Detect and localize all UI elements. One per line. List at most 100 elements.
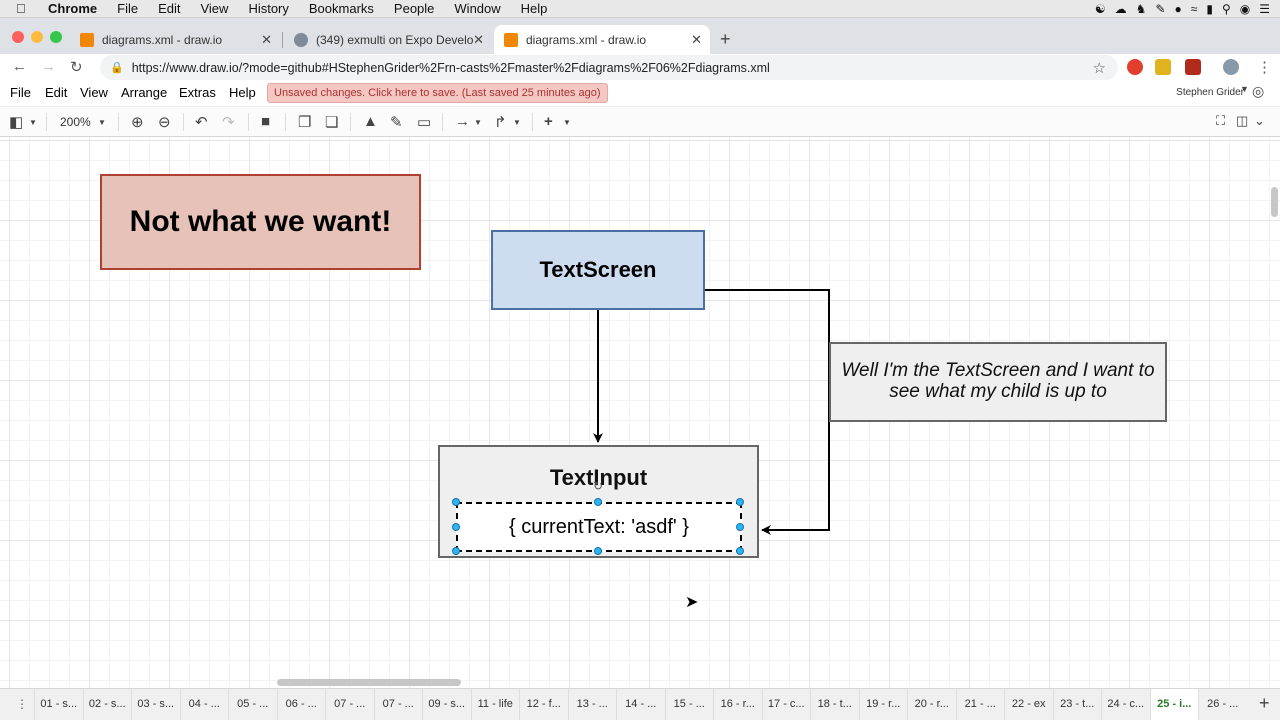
page-tab[interactable]: 07 - ... [373, 689, 423, 720]
zoom-level[interactable]: 200% [60, 115, 91, 129]
spotlight-search-icon[interactable]: ⚲ [1222, 2, 1231, 16]
mac-menu-history[interactable]: History [248, 1, 288, 16]
fill-color-icon[interactable]: ▲ [363, 113, 378, 130]
line-color-icon[interactable]: ✎ [390, 113, 403, 131]
page-tab[interactable]: 13 - ... [567, 689, 617, 720]
menu-extras[interactable]: Extras [179, 85, 216, 100]
mac-menu-file[interactable]: File [117, 1, 138, 16]
reload-icon[interactable]: ↻ [70, 58, 83, 76]
page-tab[interactable]: 02 - s... [82, 689, 132, 720]
forward-arrow-icon[interactable]: → [41, 58, 56, 75]
new-tab-button[interactable]: + [720, 29, 731, 50]
close-icon[interactable]: ✕ [261, 32, 272, 48]
mac-menu-bookmarks[interactable]: Bookmarks [309, 1, 374, 16]
page-tab[interactable]: 22 - ex [1004, 689, 1053, 720]
delete-icon[interactable]: ■ [261, 113, 270, 130]
page-tab[interactable]: 12 - f... [519, 689, 568, 720]
to-front-icon[interactable]: ❐ [298, 113, 311, 131]
page-tab[interactable]: 14 - ... [616, 689, 665, 720]
pen-icon[interactable]: ✎ [1155, 2, 1165, 16]
fullscreen-icon[interactable]: ⛶ [1216, 113, 1225, 129]
siri-icon[interactable]: ◉ [1240, 2, 1250, 16]
zoom-in-icon[interactable]: ⊕ [131, 113, 144, 131]
diagram-canvas[interactable]: Not what we want! TextScreen Well I'm th… [0, 137, 1280, 688]
bookmark-star-icon[interactable]: ☆ [1093, 59, 1106, 77]
page-tab[interactable]: 09 - s... [422, 689, 471, 720]
cloud-icon[interactable]: ☁ [1115, 2, 1127, 16]
zoom-out-icon[interactable]: ⊖ [158, 113, 171, 131]
chevron-down-icon[interactable]: ▼ [563, 118, 571, 127]
menu-arrange[interactable]: Arrange [121, 85, 167, 100]
rotate-handle-icon[interactable]: ↻ [593, 479, 603, 493]
chevron-down-icon[interactable]: ▼ [474, 118, 482, 127]
resize-handle[interactable] [452, 523, 460, 531]
format-panel-icon[interactable]: ◧ [9, 113, 23, 131]
menu-edit[interactable]: Edit [45, 85, 67, 100]
page-tab[interactable]: 05 - ... [228, 689, 277, 720]
note-box[interactable]: Well I'm the TextScreen and I want to se… [829, 342, 1167, 422]
mac-menu-view[interactable]: View [200, 1, 228, 16]
resize-handle[interactable] [452, 498, 460, 506]
wifi-icon[interactable]: ≈ [1191, 2, 1198, 16]
mac-menu-edit[interactable]: Edit [158, 1, 180, 16]
page-tab[interactable]: 25 - i... [1149, 689, 1198, 720]
page-tab[interactable]: 11 - life [470, 689, 520, 720]
resize-handle[interactable] [594, 547, 602, 555]
close-icon[interactable]: ✕ [691, 32, 702, 48]
resize-handle[interactable] [736, 547, 744, 555]
mac-menu-people[interactable]: People [394, 1, 434, 16]
glasses-icon[interactable]: ☯ [1095, 2, 1106, 16]
menu-help[interactable]: Help [229, 85, 256, 100]
waypoints-icon[interactable]: ↱ [494, 113, 507, 131]
add-page-icon[interactable]: + [1259, 693, 1270, 714]
page-tab[interactable]: 18 - t... [810, 689, 859, 720]
vertical-scrollbar[interactable] [1271, 187, 1278, 217]
record-icon[interactable]: ● [1175, 2, 1182, 16]
unsaved-changes-button[interactable]: Unsaved changes. Click here to save. (La… [267, 83, 608, 103]
collapse-icon[interactable]: ⌄ [1254, 113, 1265, 129]
mac-menu-help[interactable]: Help [521, 1, 548, 16]
globe-icon[interactable]: ◎ [1252, 83, 1264, 100]
user-name[interactable]: Stephen Grider [1176, 87, 1244, 98]
redo-icon[interactable]: ↷ [222, 113, 235, 131]
close-window-button[interactable] [12, 31, 24, 43]
state-box[interactable]: { currentText: 'asdf' } [456, 502, 742, 552]
insert-plus-icon[interactable]: + [544, 113, 553, 130]
pages-menu-icon[interactable]: ⋮ [16, 697, 28, 711]
back-arrow-icon[interactable]: ← [12, 58, 27, 75]
tab-drawio-1[interactable]: diagrams.xml - draw.io ✕ [70, 25, 280, 54]
page-tab[interactable]: 16 - r... [713, 689, 762, 720]
connection-arrow-icon[interactable]: → [455, 113, 470, 130]
address-bar[interactable]: 🔒 https://www.draw.io/?mode=github#HStep… [100, 55, 1118, 80]
resize-handle[interactable] [736, 523, 744, 531]
undo-icon[interactable]: ↶ [195, 113, 208, 131]
resize-handle[interactable] [594, 498, 602, 506]
chevron-down-icon[interactable]: ▼ [98, 118, 106, 127]
resize-handle[interactable] [736, 498, 744, 506]
page-tab[interactable]: 20 - r... [907, 689, 956, 720]
menu-view[interactable]: View [80, 85, 108, 100]
page-tab[interactable]: 06 - ... [276, 689, 326, 720]
page-tab[interactable]: 15 - ... [664, 689, 714, 720]
page-tab[interactable]: 21 - ... [955, 689, 1005, 720]
chevron-down-icon[interactable]: ▼ [513, 118, 521, 127]
chrome-menu-icon[interactable]: ⋮ [1257, 58, 1272, 76]
text-screen-box[interactable]: TextScreen [491, 230, 705, 310]
text-input-box[interactable]: TextInput { currentText: 'asdf' } ↻ [438, 445, 759, 558]
mac-menu-app[interactable]: Chrome [48, 1, 97, 16]
apple-menu-icon[interactable]:  [16, 1, 32, 16]
format-toggle-icon[interactable]: ◫ [1236, 113, 1248, 129]
tab-expo[interactable]: (349) exmulti on Expo Develop ✕ [284, 25, 492, 54]
shadow-icon[interactable]: ▭ [417, 113, 431, 131]
chevron-down-icon[interactable]: ▼ [1240, 84, 1249, 94]
page-tab[interactable]: 01 - s... [34, 689, 83, 720]
resize-handle[interactable] [452, 547, 460, 555]
to-back-icon[interactable]: ❏ [325, 113, 338, 131]
page-tab[interactable]: 07 - ... [325, 689, 374, 720]
horizontal-scrollbar[interactable] [277, 679, 461, 686]
profile-avatar[interactable] [1223, 59, 1239, 75]
close-icon[interactable]: ✕ [473, 32, 484, 48]
not-what-we-want-box[interactable]: Not what we want! [100, 174, 421, 270]
lastpass-extension-icon[interactable] [1185, 59, 1201, 75]
lock-icon[interactable]: 🔒 [110, 61, 124, 74]
